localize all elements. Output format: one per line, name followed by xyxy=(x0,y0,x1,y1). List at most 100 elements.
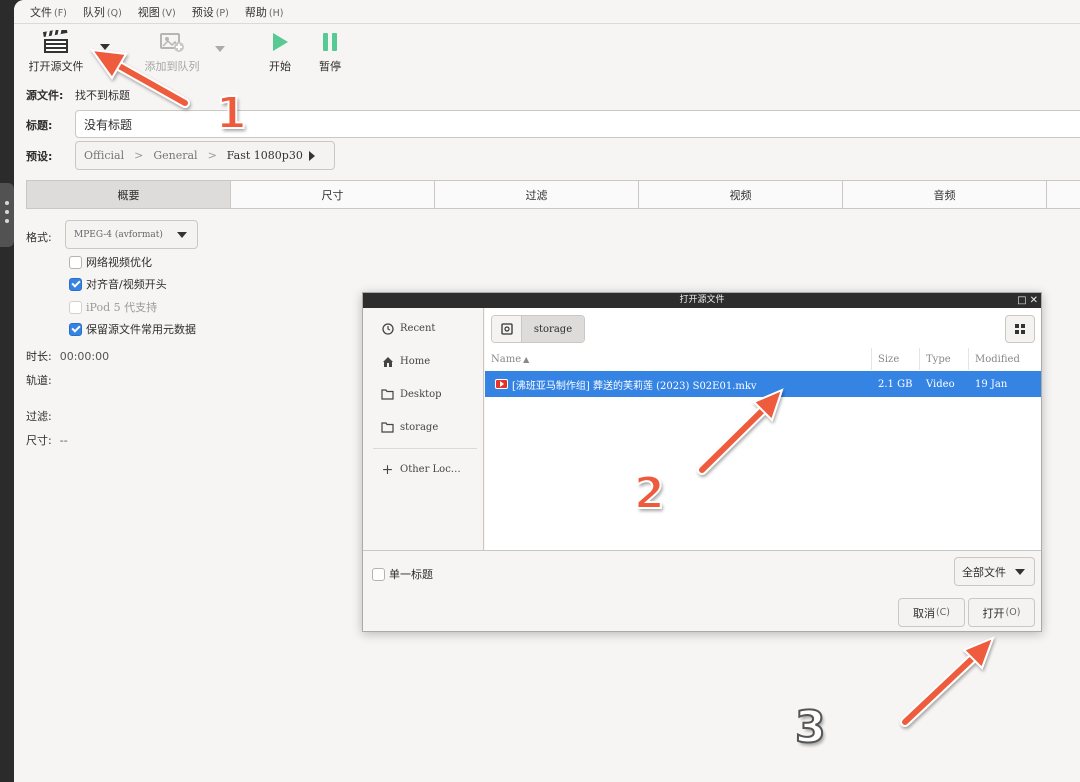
places-sidebar: Recent Home Desktop storage + Other Loc… xyxy=(363,308,484,550)
single-title-checkbox[interactable]: 单一标题 xyxy=(372,566,433,582)
preset-selector[interactable]: Official > General > Fast 1080p30 xyxy=(75,141,335,170)
menu-presets[interactable]: 预设 (P) xyxy=(184,4,237,20)
annotation-step-3: 3 xyxy=(794,701,827,754)
pause-icon xyxy=(314,28,346,56)
size-value: -- xyxy=(59,434,68,447)
file-type: Video xyxy=(926,378,955,390)
plus-icon: + xyxy=(381,461,394,478)
menubar: 文件 (F) 队列 (Q) 视图 (V) 预设 (P) 帮助 (H) xyxy=(14,0,1080,24)
keep-metadata-label: 保留源文件常用元数据 xyxy=(86,323,196,336)
tab-filters[interactable]: 过滤 xyxy=(435,181,639,208)
file-pane: storage Name ▲ Size Type Modified [沸班亚马制作… xyxy=(485,308,1041,550)
column-modified[interactable]: Modified xyxy=(969,348,1041,370)
add-to-queue-label: 添加到队列 xyxy=(144,60,200,73)
pause-label: 暂停 xyxy=(319,60,341,73)
grid-icon xyxy=(1015,324,1025,334)
column-name[interactable]: Name ▲ xyxy=(485,348,872,370)
place-home[interactable]: Home xyxy=(381,355,430,368)
annotation-step-2: 2 xyxy=(633,467,666,520)
checkbox-icon xyxy=(372,567,385,581)
toolbar: 打开源文件 添加到队列 开始 暂停 xyxy=(14,28,1080,76)
place-storage[interactable]: storage xyxy=(381,421,438,434)
grid-view-button[interactable] xyxy=(1005,315,1035,343)
menu-view[interactable]: 视图 (V) xyxy=(130,4,184,20)
format-label: 格式: xyxy=(26,231,52,244)
format-value: MPEG-4 (avformat) xyxy=(74,229,163,240)
preset-crumb-general: General xyxy=(153,149,198,162)
path-bar: storage xyxy=(491,315,585,343)
ipod-support-checkbox[interactable]: iPod 5 代支持 xyxy=(69,299,157,315)
pause-button[interactable]: 暂停 xyxy=(314,28,346,74)
filters-label: 过滤: xyxy=(26,410,52,423)
column-header: Name ▲ Size Type Modified xyxy=(485,348,1041,370)
add-queue-dropdown-icon[interactable] xyxy=(215,46,225,52)
size-row: 尺寸: -- xyxy=(26,432,68,448)
video-file-icon xyxy=(495,379,508,389)
chevron-right-icon: > xyxy=(134,149,144,162)
web-optimize-checkbox[interactable]: 网络视频优化 xyxy=(69,254,152,270)
side-panel-handle[interactable] xyxy=(0,183,14,247)
start-label: 开始 xyxy=(269,60,291,73)
duration-value: 00:00:00 xyxy=(59,350,110,363)
cancel-button[interactable]: 取消 (C) xyxy=(898,598,965,627)
clapperboard-icon xyxy=(28,28,84,56)
start-button[interactable]: 开始 xyxy=(264,28,296,74)
settings-tabs: 概要 尺寸 过滤 视频 音频 xyxy=(26,180,1080,209)
file-size: 2.1 GB xyxy=(878,378,913,390)
dialog-titlebar: 打开源文件 □ ✕ xyxy=(363,293,1041,308)
column-type[interactable]: Type xyxy=(920,348,969,370)
tab-summary[interactable]: 概要 xyxy=(27,181,231,208)
title-input-value: 没有标题 xyxy=(84,117,133,132)
source-value: 找不到标题 xyxy=(75,89,130,102)
add-to-queue-button[interactable]: 添加到队列 xyxy=(142,28,202,74)
sort-up-icon: ▲ xyxy=(523,354,530,364)
title-label: 标题: xyxy=(26,119,53,132)
folder-icon xyxy=(381,421,394,434)
file-filter-select[interactable]: 全部文件 xyxy=(954,557,1035,586)
dialog-title: 打开源文件 xyxy=(679,295,725,305)
open-source-label: 打开源文件 xyxy=(28,60,84,73)
file-modified: 19 Jan xyxy=(975,378,1008,390)
tracks-label: 轨道: xyxy=(26,374,52,387)
size-label: 尺寸: xyxy=(26,434,52,447)
tracks-row: 轨道: xyxy=(26,372,52,388)
filters-row: 过滤: xyxy=(26,408,52,424)
keep-metadata-checkbox[interactable]: 保留源文件常用元数据 xyxy=(69,321,196,337)
place-desktop[interactable]: Desktop xyxy=(381,388,442,401)
maximize-icon[interactable]: □ xyxy=(1017,293,1026,308)
duration-label: 时长: xyxy=(26,350,52,363)
close-icon[interactable]: ✕ xyxy=(1030,293,1038,308)
align-av-label: 对齐音/视频开头 xyxy=(86,278,167,291)
chevron-down-icon xyxy=(177,232,187,238)
title-row: 标题: xyxy=(26,117,74,133)
menu-queue[interactable]: 队列 (Q) xyxy=(75,4,130,20)
tab-audio[interactable]: 音频 xyxy=(843,181,1047,208)
tab-video[interactable]: 视频 xyxy=(639,181,843,208)
open-file-dialog: 打开源文件 □ ✕ Recent Home Desktop storage + … xyxy=(362,292,1042,632)
align-av-checkbox[interactable]: 对齐音/视频开头 xyxy=(69,276,167,292)
chevron-down-icon xyxy=(1015,569,1025,575)
format-select[interactable]: MPEG-4 (avformat) xyxy=(65,220,198,249)
dialog-footer: 单一标题 全部文件 取消 (C) 打开 (O) xyxy=(363,550,1041,631)
open-source-button[interactable]: 打开源文件 xyxy=(28,28,84,74)
preset-crumb-fast: Fast 1080p30 xyxy=(226,149,303,162)
file-name: [沸班亚马制作组] 葬送的芙莉莲 (2023) S02E01.mkv xyxy=(512,380,757,392)
source-row: 源文件: 找不到标题 xyxy=(26,87,130,103)
tab-dimensions[interactable]: 尺寸 xyxy=(231,181,435,208)
drive-icon[interactable] xyxy=(492,316,522,342)
menu-file[interactable]: 文件 (F) xyxy=(22,4,75,20)
open-source-dropdown-icon[interactable] xyxy=(100,44,110,50)
file-filter-value: 全部文件 xyxy=(962,565,1006,579)
triangle-right-icon xyxy=(308,150,315,161)
path-segment-storage[interactable]: storage xyxy=(522,316,584,342)
play-icon xyxy=(264,28,296,56)
web-optimize-label: 网络视频优化 xyxy=(86,256,152,269)
column-size[interactable]: Size xyxy=(872,348,920,370)
place-recent[interactable]: Recent xyxy=(381,322,435,335)
place-other-locations[interactable]: + Other Loc… xyxy=(381,461,461,478)
menu-help[interactable]: 帮助 (H) xyxy=(237,4,292,20)
file-row-selected[interactable]: [沸班亚马制作组] 葬送的芙莉莲 (2023) S02E01.mkv 2.1 G… xyxy=(485,371,1041,397)
duration-row: 时长: 00:00:00 xyxy=(26,348,109,364)
open-button[interactable]: 打开 (O) xyxy=(968,598,1035,627)
clock-icon xyxy=(381,322,394,335)
